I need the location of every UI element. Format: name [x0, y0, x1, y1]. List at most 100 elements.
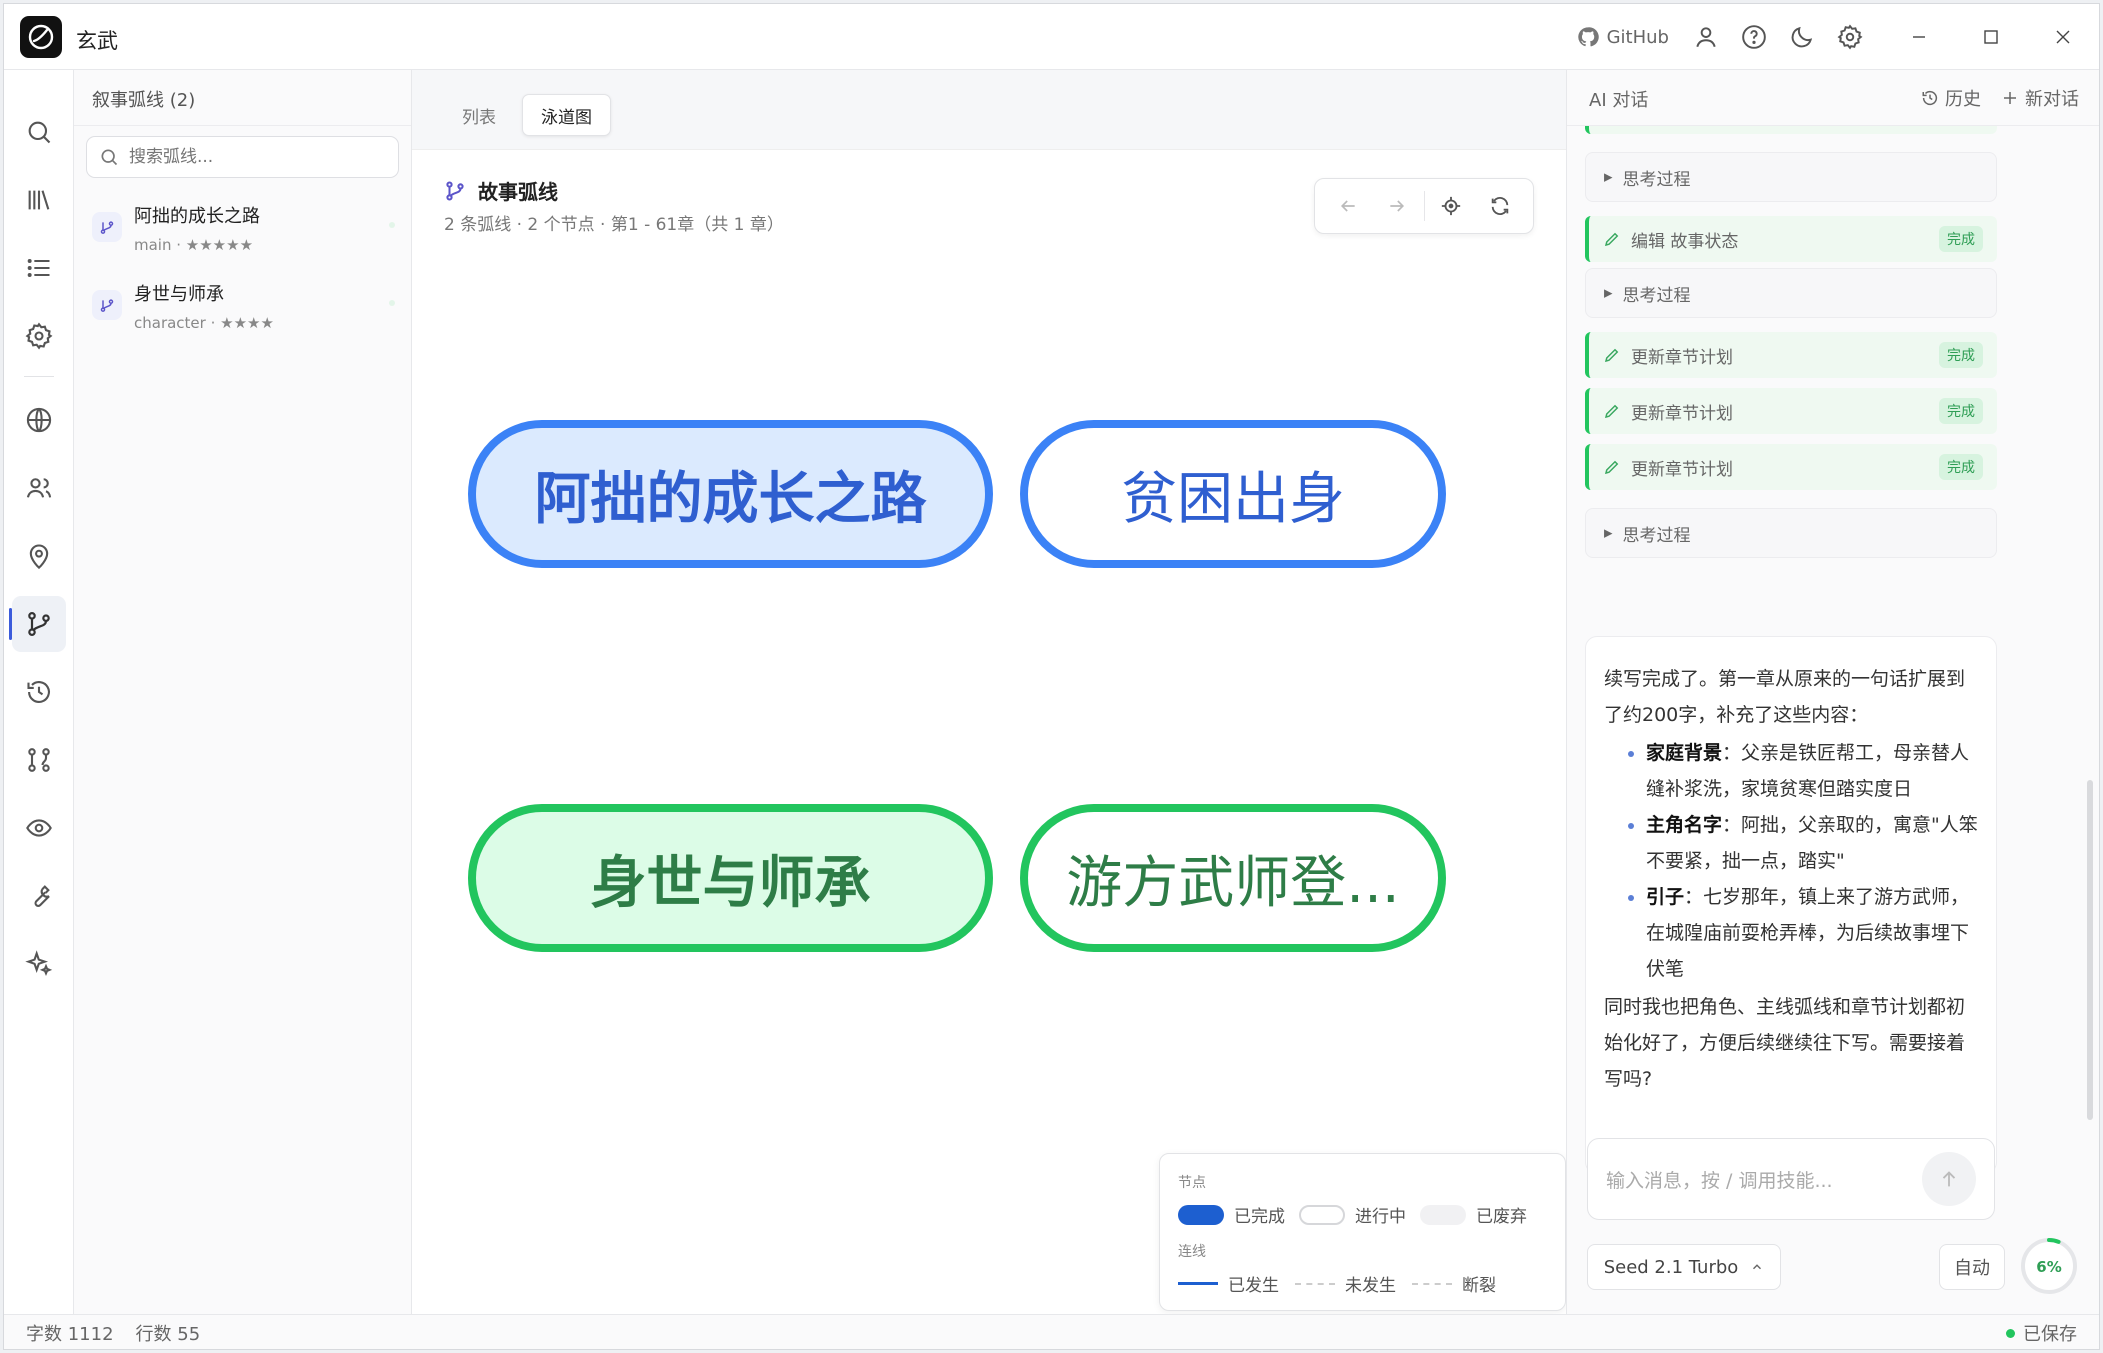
arc-list-item[interactable]: 阿拙的成长之路 main · ★★★★★	[74, 188, 411, 266]
nav-outline[interactable]	[12, 240, 66, 296]
globe-icon	[25, 406, 53, 434]
tool-call-block[interactable]: 更新章节计划 完成	[1585, 444, 1997, 490]
arc-search-input[interactable]	[129, 147, 386, 167]
history-icon	[25, 678, 53, 706]
nav-ai-skills[interactable]	[12, 936, 66, 992]
user-icon[interactable]	[1691, 22, 1721, 52]
legend-link-states: 已发生 未发生 断裂	[1178, 1271, 1547, 1296]
arc-status-dot	[389, 222, 395, 228]
scrollbar[interactable]	[2087, 780, 2093, 1120]
thinking-block[interactable]: ▸ 思考过程	[1585, 152, 1997, 202]
dark-mode-icon[interactable]	[1787, 22, 1817, 52]
minimize-button[interactable]	[1883, 4, 1955, 70]
arc-meta: character · ★★★★	[134, 314, 274, 332]
swimlane-view: 列表 泳道图 故事弧线 2 条弧线 · 2 个节点 · 第1 - 61章（共 1…	[412, 70, 1566, 1314]
nav-preview[interactable]	[12, 800, 66, 856]
ai-panel-actions: 历史 新对话	[1921, 86, 2079, 110]
library-icon	[25, 186, 53, 214]
nav-locations[interactable]	[12, 528, 66, 584]
git-branch-icon	[25, 610, 53, 638]
pencil-icon	[1603, 346, 1621, 364]
arc-name: 阿拙的成长之路	[134, 206, 260, 227]
refresh-button[interactable]	[1476, 183, 1525, 229]
nav-library[interactable]	[12, 172, 66, 228]
tab-list[interactable]: 列表	[444, 94, 514, 136]
tab-swimlane[interactable]: 泳道图	[522, 94, 611, 136]
nav-characters[interactable]	[12, 460, 66, 516]
plus-icon	[2001, 89, 2019, 107]
pencil-icon	[1603, 402, 1621, 420]
app-logo	[20, 16, 62, 58]
history-button[interactable]: 历史	[1921, 86, 1981, 110]
sparkle-icon	[25, 950, 53, 978]
compare-icon	[25, 746, 53, 774]
locate-button[interactable]	[1426, 183, 1475, 229]
context-usage-gauge: 6%	[2019, 1236, 2079, 1296]
back-button[interactable]	[1323, 183, 1372, 229]
arc-meta: main · ★★★★★	[134, 236, 254, 254]
line-count: 行数 55	[135, 1324, 201, 1345]
tool-call-block[interactable]: 更新章节计划 完成	[1585, 332, 1997, 378]
caret-right-icon: ▸	[1604, 283, 1613, 303]
line-not-happened	[1295, 1282, 1335, 1285]
new-chat-button[interactable]: 新对话	[2001, 86, 2079, 110]
arc-lane-label[interactable]: 阿拙的成长之路	[468, 420, 993, 568]
status-badge: 完成	[1939, 454, 1983, 480]
legend-label: 断裂	[1462, 1276, 1496, 1296]
legend-label: 已废弃	[1476, 1207, 1527, 1227]
arc-lane-label[interactable]: 身世与师承	[468, 804, 993, 952]
arc-branch-icon	[92, 212, 122, 242]
app-title: 玄武	[76, 29, 118, 53]
title-bar-actions: GitHub	[1577, 4, 2099, 70]
git-branch-icon	[444, 180, 466, 202]
status-badge: 完成	[1939, 226, 1983, 252]
thinking-block[interactable]: ▸ 思考过程	[1585, 508, 1997, 558]
nav-history[interactable]	[12, 664, 66, 720]
ai-chat-panel: AI 对话 历史 新对话 ▸ 思考过程 编辑 故事状态 完成 ▸ 思考过程 更新章节计…	[1566, 70, 2099, 1314]
nav-arcs[interactable]	[9, 596, 66, 652]
message-bullet: 引子：七岁那年，镇上来了游方武师，在城隍庙前耍枪弄棒，为后续故事埋下伏笔	[1646, 879, 1978, 987]
nav-search[interactable]	[12, 104, 66, 160]
legend-label: 已完成	[1234, 1207, 1285, 1227]
close-button[interactable]	[2027, 4, 2099, 70]
search-icon	[25, 118, 53, 146]
wrench-icon	[25, 882, 53, 910]
tool-call-block[interactable]: 更新章节计划 完成	[1585, 388, 1997, 434]
thinking-block[interactable]: ▸ 思考过程	[1585, 268, 1997, 318]
nav-rail	[4, 70, 74, 1314]
model-selector[interactable]: Seed 2.1 Turbo	[1587, 1244, 1781, 1290]
arc-node[interactable]: 贫困出身	[1020, 420, 1446, 568]
arc-list-item[interactable]: 身世与师承 character · ★★★★	[74, 266, 411, 344]
users-icon	[25, 474, 53, 502]
page-title: 故事弧线	[444, 176, 558, 205]
forward-button[interactable]	[1372, 183, 1421, 229]
caret-right-icon: ▸	[1604, 523, 1613, 543]
send-button[interactable]	[1922, 1152, 1976, 1206]
tool-call-block[interactable]: 编辑 故事状态 完成	[1585, 216, 1997, 262]
arcs-panel: 叙事弧线 (2) 阿拙的成长之路 main · ★★★★★ 身世与师承 char…	[74, 70, 412, 1314]
pencil-icon	[1603, 230, 1621, 248]
history-icon	[1921, 89, 1939, 107]
page-subtitle: 2 条弧线 · 2 个节点 · 第1 - 61章（共 1 章）	[444, 215, 784, 235]
arc-node[interactable]: 游方武师登...	[1020, 804, 1446, 952]
nav-settings[interactable]	[12, 308, 66, 364]
mode-button[interactable]: 自动	[1939, 1244, 2005, 1290]
refresh-icon	[1489, 195, 1511, 217]
eye-icon	[25, 814, 53, 842]
nav-tools[interactable]	[12, 868, 66, 924]
nav-versions[interactable]	[12, 732, 66, 788]
message-composer[interactable]: 输入消息，按 / 调用技能...	[1587, 1138, 1995, 1220]
settings-icon[interactable]	[1835, 22, 1865, 52]
word-count: 字数 1112	[26, 1324, 114, 1345]
view-tabs: 列表 泳道图	[412, 70, 1566, 150]
legend: 节点 已完成 进行中 已废弃 连线 已发生 未发生 断裂	[1159, 1153, 1566, 1311]
ai-panel-title: AI 对话	[1589, 90, 1649, 111]
arc-search-box[interactable]	[86, 136, 399, 178]
help-icon[interactable]	[1739, 22, 1769, 52]
github-link[interactable]: GitHub	[1577, 26, 1669, 48]
maximize-button[interactable]	[1955, 4, 2027, 70]
arrow-left-icon	[1338, 196, 1358, 216]
legend-node-states: 已完成 进行中 已废弃	[1178, 1202, 1547, 1227]
swatch-in-progress	[1299, 1204, 1345, 1225]
nav-world[interactable]	[12, 392, 66, 448]
